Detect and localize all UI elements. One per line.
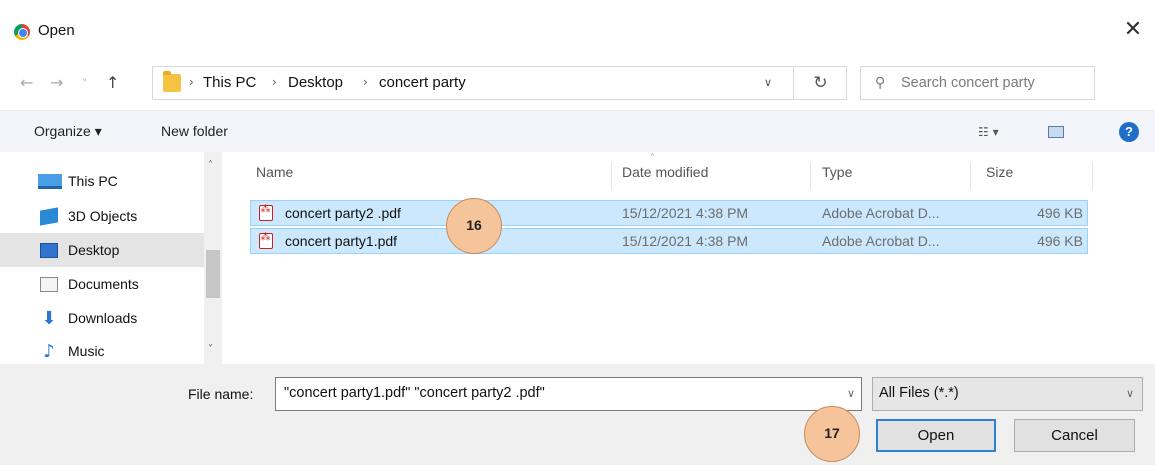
title-bar: Open ✕ [0,0,1155,58]
file-date-modified: 15/12/2021 4:38 PM [622,233,749,249]
file-row-concert-party1[interactable]: concert party1.pdf 15/12/2021 4:38 PM Ad… [250,228,1088,254]
column-header-date-modified[interactable]: Date modified [622,164,708,192]
scroll-up-icon[interactable]: ˄ [208,160,213,171]
scroll-down-icon[interactable]: ˅ [208,344,213,355]
pdf-file-icon [259,232,273,249]
file-list: ˄ Name Date modified Type Size concert p… [222,152,1155,364]
sidebar-item-label: Downloads [68,310,138,326]
breadcrumb-desktop[interactable]: Desktop [288,74,343,91]
close-button[interactable]: ✕ [1117,14,1149,46]
sidebar-item-label: This PC [68,173,118,189]
step-annotation-badge: 16 [446,198,502,254]
desktop-icon [40,243,58,258]
sidebar-item-music[interactable]: ♪ Music [0,334,204,368]
back-arrow-icon[interactable]: ← [20,73,33,92]
file-date-modified: 15/12/2021 4:38 PM [622,205,749,221]
file-size: 496 KB [1037,233,1083,249]
file-type-value: All Files (*.*) [879,385,959,401]
folder-icon [163,71,181,92]
file-name: concert party1.pdf [285,233,398,249]
cube-icon [40,207,58,226]
file-row-concert-party2[interactable]: concert party2 .pdf 15/12/2021 4:38 PM A… [250,200,1088,226]
sidebar-item-desktop[interactable]: Desktop [0,233,204,267]
step-annotation-badge: 17 [804,406,860,462]
breadcrumb-separator-icon: › [189,75,194,89]
file-type: Adobe Acrobat D... [822,205,940,221]
scrollbar-thumb[interactable] [206,250,220,298]
column-header-type[interactable]: Type [822,164,852,192]
recent-locations-chevron-icon[interactable]: ˅ [82,77,88,90]
file-size: 496 KB [1037,205,1083,221]
sort-ascending-icon: ˄ [650,153,655,164]
sidebar-item-label: Desktop [68,242,120,258]
column-divider[interactable] [1092,162,1093,190]
refresh-icon[interactable]: ↻ [793,67,847,99]
document-icon [40,277,58,292]
organize-menu-button[interactable]: Organize ▾ [34,123,102,140]
breadcrumb-separator-icon: › [272,75,277,89]
pdf-file-icon [259,204,273,221]
help-icon[interactable]: ? [1119,122,1139,142]
command-toolbar: Organize ▾ New folder ☷ ▾ ? [0,110,1155,152]
address-dropdown-chevron-icon[interactable]: ∨ [764,76,772,89]
sidebar-item-label: 3D Objects [68,208,138,224]
sidebar-item-3d-objects[interactable]: 3D Objects [0,199,204,233]
dialog-footer: File name: "concert party1.pdf" "concert… [0,364,1155,465]
search-input[interactable] [901,72,1091,94]
sidebar-item-label: Music [68,343,105,359]
file-type: Adobe Acrobat D... [822,233,940,249]
breadcrumb-concert-party[interactable]: concert party [379,74,466,91]
chrome-icon [14,24,30,40]
column-header-size[interactable]: Size [986,164,1013,192]
column-divider[interactable] [970,162,971,190]
column-divider[interactable] [810,162,811,190]
sidebar-item-downloads[interactable]: ⬇ Downloads [0,301,204,335]
file-type-select[interactable]: All Files (*.*) ∨ [872,377,1143,411]
download-arrow-icon: ⬇ [41,308,57,329]
computer-icon [38,174,62,189]
window-title: Open [38,22,75,39]
music-note-icon: ♪ [43,341,55,362]
breadcrumb-separator-icon: › [363,75,368,89]
navigation-bar: ← → ˅ ↑ › This PC › Desktop › concert pa… [0,58,1155,110]
forward-arrow-icon[interactable]: → [50,73,63,92]
file-name: concert party2 .pdf [285,205,401,221]
up-arrow-icon[interactable]: ↑ [106,73,119,92]
sidebar-item-label: Documents [68,276,139,292]
file-name-label: File name: [188,386,254,402]
search-box[interactable]: ⚲ [860,66,1095,100]
preview-pane-icon[interactable] [1048,126,1064,138]
breadcrumb-this-pc[interactable]: This PC [203,74,256,91]
open-button[interactable]: Open [876,419,996,452]
file-name-input[interactable]: "concert party1.pdf" "concert party2 .pd… [284,385,545,401]
navigation-pane: This PC 3D Objects Desktop Documents ⬇ D… [0,152,222,364]
chevron-down-icon[interactable]: ∨ [847,387,855,400]
sidebar-item-documents[interactable]: Documents [0,267,204,301]
chevron-down-icon[interactable]: ∨ [1126,387,1134,400]
column-header-name[interactable]: Name [256,164,293,192]
cancel-button[interactable]: Cancel [1014,419,1135,452]
file-name-combobox[interactable]: "concert party1.pdf" "concert party2 .pd… [275,377,862,411]
sidebar-scrollbar[interactable]: ˄ ˅ [204,152,222,364]
address-bar[interactable]: › This PC › Desktop › concert party ∨ ↻ [152,66,847,100]
column-divider[interactable] [611,162,612,190]
new-folder-button[interactable]: New folder [161,123,228,139]
search-icon: ⚲ [875,75,886,91]
change-view-icon[interactable]: ☷ ▾ [978,125,999,139]
sidebar-item-this-pc[interactable]: This PC [0,164,204,198]
